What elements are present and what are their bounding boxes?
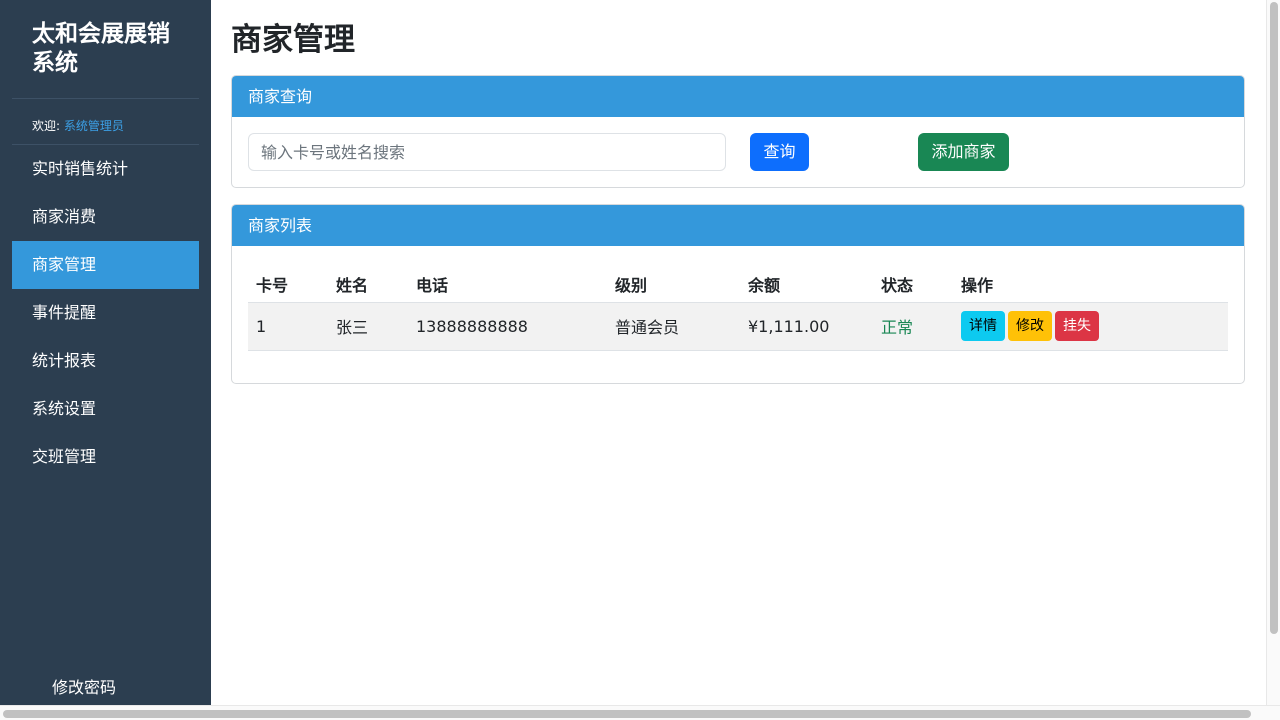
column-header-name: 姓名	[328, 266, 408, 303]
brand-title: 太和会展展销系统	[32, 21, 170, 76]
table-row: 1 张三 13888888888 普通会员 ¥1,111.00 正常 详情 修改挂…	[248, 302, 1228, 351]
detail-button[interactable]: 详情	[961, 311, 1005, 341]
add-merchant-button[interactable]: 添加商家	[918, 133, 1009, 171]
main-content: 商家管理 商家查询 查询 添加商家 商家列表 卡号 姓名 电话 级别 余额 状态…	[211, 0, 1266, 705]
sidebar-item-sales-stats[interactable]: 实时销售统计	[12, 145, 199, 193]
change-password-link[interactable]: 修改密码	[52, 676, 116, 700]
column-header-status: 状态	[873, 266, 953, 303]
merchant-table: 卡号 姓名 电话 级别 余额 状态 操作 1 张三 13888888888 普通…	[248, 266, 1228, 351]
cell-phone: 13888888888	[408, 302, 607, 351]
search-input[interactable]	[248, 133, 726, 171]
column-header-level: 级别	[607, 266, 740, 303]
sidebar-item-merchant-consumption[interactable]: 商家消费	[12, 193, 199, 241]
sidebar-item-shift-handover[interactable]: 交班管理	[12, 433, 199, 481]
column-header-actions: 操作	[953, 266, 1228, 303]
sidebar-item-settings[interactable]: 系统设置	[12, 385, 199, 433]
horizontal-scrollbar[interactable]	[0, 705, 1280, 720]
cell-balance: ¥1,111.00	[740, 302, 873, 351]
sidebar-item-merchant-management[interactable]: 商家管理	[12, 241, 199, 289]
sidebar-item-reports[interactable]: 统计报表	[12, 337, 199, 385]
welcome-text: 欢迎: 系统管理员	[32, 117, 124, 135]
vertical-scrollbar[interactable]	[1266, 0, 1280, 705]
sidebar-divider	[12, 98, 199, 99]
search-card: 商家查询 查询 添加商家	[231, 75, 1245, 188]
cell-actions: 详情 修改 挂失	[953, 302, 1228, 351]
column-header-card-no: 卡号	[248, 266, 328, 303]
cell-status: 正常	[873, 302, 953, 351]
vertical-scrollbar-thumb[interactable]	[1270, 2, 1278, 634]
merchant-list-card: 商家列表 卡号 姓名 电话 级别 余额 状态 操作 1 张三 138888888…	[231, 204, 1245, 384]
query-button[interactable]: 查询	[750, 133, 809, 171]
current-user[interactable]: 系统管理员	[64, 119, 124, 133]
cell-name: 张三	[328, 302, 408, 351]
search-card-header: 商家查询	[232, 76, 1244, 117]
sidebar: 太和会展展销系统 欢迎: 系统管理员 实时销售统计 商家消费 商家管理 事件提醒…	[0, 0, 211, 705]
welcome-label: 欢迎:	[32, 119, 61, 133]
column-header-phone: 电话	[408, 266, 607, 303]
sidebar-nav: 实时销售统计 商家消费 商家管理 事件提醒 统计报表 系统设置 交班管理	[12, 145, 199, 481]
cell-card-no: 1	[248, 302, 328, 351]
horizontal-scrollbar-thumb[interactable]	[3, 710, 1251, 718]
edit-button[interactable]: 修改	[1008, 311, 1052, 341]
report-lost-button[interactable]: 挂失	[1055, 311, 1099, 341]
sidebar-item-event-reminder[interactable]: 事件提醒	[12, 289, 199, 337]
column-header-balance: 余额	[740, 266, 873, 303]
cell-level: 普通会员	[607, 302, 740, 351]
page-title: 商家管理	[231, 22, 355, 58]
list-card-header: 商家列表	[232, 205, 1244, 246]
table-header-row: 卡号 姓名 电话 级别 余额 状态 操作	[248, 266, 1228, 303]
